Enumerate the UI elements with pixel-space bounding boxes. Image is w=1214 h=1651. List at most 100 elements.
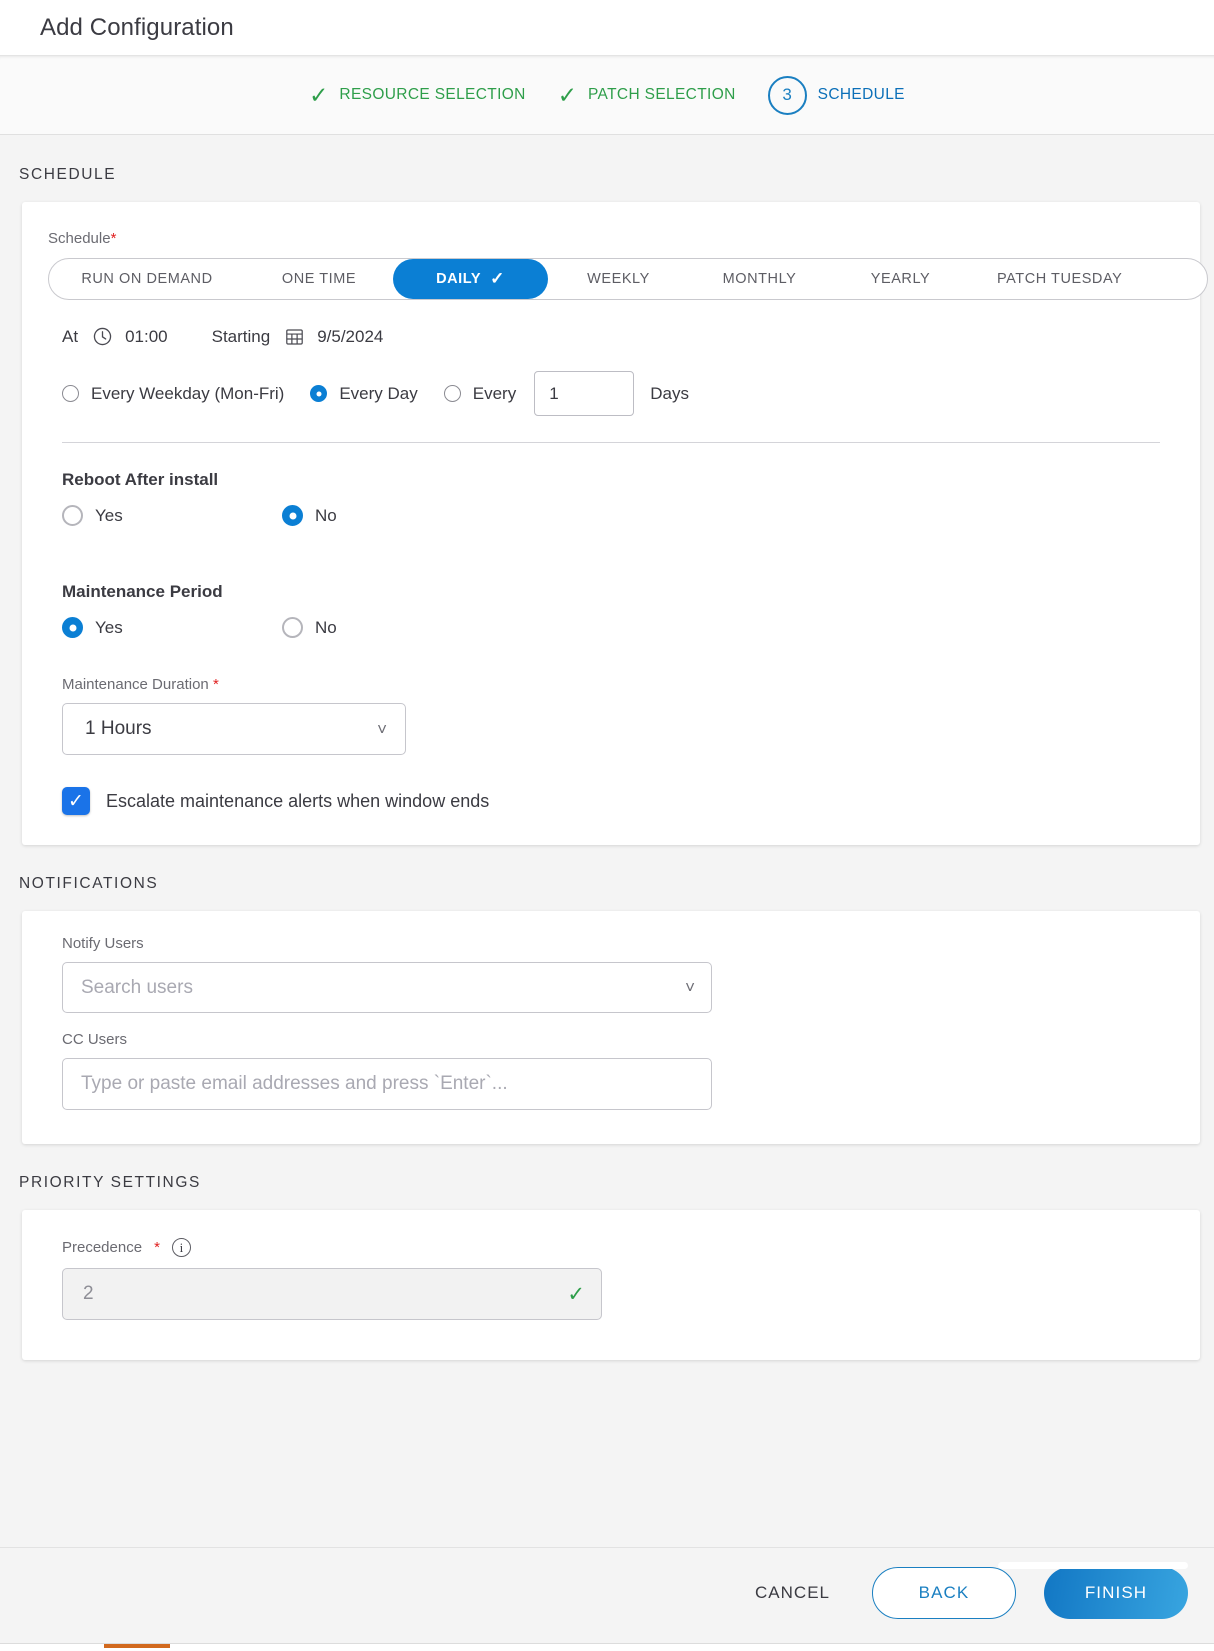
radio-label: No [315, 505, 337, 525]
wizard-step-label: RESOURCE SELECTION [339, 86, 526, 103]
chevron-down-icon: ˅ [685, 978, 695, 997]
tab-label: PATCH TUESDAY [997, 271, 1123, 287]
schedule-field-label: Schedule* [48, 230, 1174, 247]
reboot-options-row: Yes No [62, 505, 1174, 526]
section-title-priority-settings: PRIORITY SETTINGS [19, 1174, 201, 1191]
wizard-step-label: SCHEDULE [817, 86, 905, 103]
maintenance-duration-label: Maintenance Duration * [62, 676, 1174, 693]
radio-reboot-yes[interactable]: Yes [62, 505, 282, 526]
tab-label: DAILY [436, 271, 482, 287]
escalate-alerts-label: Escalate maintenance alerts when window … [106, 790, 490, 811]
section-title-notifications: NOTIFICATIONS [19, 875, 159, 892]
notify-users-label: Notify Users [62, 935, 144, 952]
radio-label: Every [472, 383, 517, 403]
radio-label: Yes [95, 617, 123, 637]
radio-every-day[interactable]: Every Day [310, 383, 418, 404]
tab-patch-tuesday[interactable]: PATCH TUESDAY [971, 259, 1148, 299]
finish-button[interactable]: FINISH [1044, 1566, 1188, 1619]
check-icon: ✓ [557, 81, 577, 108]
reboot-after-install-title: Reboot After install [62, 470, 219, 489]
required-asterisk: * [110, 230, 117, 247]
chevron-down-icon: ˅ [377, 719, 387, 739]
valid-check-icon: ✓ [567, 1282, 585, 1306]
radio-every-weekday[interactable]: Every Weekday (Mon-Fri) [62, 384, 284, 404]
cc-users-input[interactable] [62, 1058, 712, 1110]
radio-maintenance-no[interactable]: No [282, 617, 337, 638]
info-icon[interactable]: i [171, 1238, 191, 1257]
wizard-step-resource-selection[interactable]: ✓ RESOURCE SELECTION [293, 81, 542, 108]
radio-reboot-no[interactable]: No [282, 505, 337, 526]
schedule-card: Schedule* RUN ON DEMAND ONE TIME DAILY ✓… [22, 202, 1208, 845]
tab-label: ONE TIME [281, 271, 357, 287]
tab-label: RUN ON DEMAND [81, 271, 213, 287]
notifications-card: Notify Users Search users ˅ CC Users [22, 911, 1200, 1144]
radio-label: Yes [95, 505, 123, 525]
schedule-frequency-tabs[interactable]: RUN ON DEMAND ONE TIME DAILY ✓ WEEKLY MO… [48, 258, 1208, 300]
maintenance-duration-value: 1 Hours [85, 718, 152, 739]
radio-label: Every Weekday (Mon-Fri) [91, 383, 285, 403]
horizontal-scrollbar[interactable] [998, 1562, 1188, 1569]
step-number-badge: 3 [767, 75, 807, 115]
form-scroll-area[interactable]: SCHEDULE Schedule* RUN ON DEMAND ONE TIM… [0, 136, 1214, 1651]
tab-weekly[interactable]: WEEKLY [548, 259, 689, 299]
escalate-alerts-checkbox-row[interactable]: ✓ Escalate maintenance alerts when windo… [62, 787, 1174, 815]
maintenance-duration-label-text: Maintenance Duration [62, 676, 209, 693]
radio-indicator[interactable] [62, 617, 83, 638]
tab-label: MONTHLY [722, 271, 797, 287]
check-icon: ✓ [309, 81, 329, 108]
wizard-footer: CANCEL BACK FINISH [0, 1547, 1214, 1651]
calendar-icon[interactable] [284, 326, 305, 347]
schedule-time-row: At 01:00 Starting 9/5/2024 [62, 326, 1174, 347]
radio-maintenance-yes[interactable]: Yes [62, 617, 282, 638]
starting-label: Starting [211, 326, 271, 346]
clock-icon[interactable] [92, 326, 113, 347]
cancel-button[interactable]: CANCEL [741, 1573, 844, 1613]
radio-indicator[interactable] [310, 385, 328, 402]
wizard-step-schedule[interactable]: 3 SCHEDULE [752, 75, 921, 115]
priority-settings-card: Precedence * i 2 ✓ [22, 1210, 1200, 1360]
radio-label: No [315, 617, 337, 637]
page-title: Add Configuration [40, 13, 234, 41]
tab-daily[interactable]: DAILY ✓ [393, 259, 548, 299]
required-asterisk: * [212, 676, 219, 693]
radio-every-n-days[interactable]: Every [443, 383, 517, 404]
radio-label: Every Day [339, 383, 418, 403]
precedence-label-row: Precedence * i [62, 1238, 1174, 1257]
days-unit-label: Days [650, 383, 689, 403]
tab-yearly[interactable]: YEARLY [830, 259, 971, 299]
radio-indicator[interactable] [282, 617, 303, 638]
starting-date-value[interactable]: 9/5/2024 [317, 327, 383, 347]
back-button[interactable]: BACK [872, 1566, 1016, 1619]
checkbox-checked-icon[interactable]: ✓ [62, 787, 90, 815]
cc-users-label: CC Users [62, 1031, 128, 1048]
precedence-label-text: Precedence [62, 1239, 143, 1256]
wizard-step-bar: ✓ RESOURCE SELECTION ✓ PATCH SELECTION 3… [0, 56, 1214, 135]
notify-users-select[interactable]: Search users ˅ [62, 962, 712, 1013]
wizard-step-patch-selection[interactable]: ✓ PATCH SELECTION [542, 81, 752, 108]
radio-indicator[interactable] [62, 505, 83, 526]
precedence-input[interactable]: 2 ✓ [62, 1268, 602, 1320]
section-title-schedule: SCHEDULE [19, 166, 117, 183]
window-title-bar: Add Configuration [0, 0, 1214, 56]
every-days-input[interactable] [534, 371, 635, 416]
schedule-label-text: Schedule [48, 230, 111, 247]
maintenance-duration-select[interactable]: 1 Hours ˅ [62, 703, 406, 755]
check-icon: ✓ [490, 269, 505, 288]
maintenance-options-row: Yes No [62, 617, 1174, 638]
tab-run-on-demand[interactable]: RUN ON DEMAND [49, 259, 245, 299]
radio-indicator[interactable] [443, 385, 461, 402]
wizard-step-label: PATCH SELECTION [588, 86, 736, 103]
at-label: At [62, 326, 79, 346]
section-divider [62, 442, 1160, 443]
required-asterisk: * [154, 1239, 160, 1256]
tab-one-time[interactable]: ONE TIME [245, 259, 393, 299]
radio-indicator[interactable] [282, 505, 303, 526]
tab-label: YEARLY [870, 271, 931, 287]
tab-label: WEEKLY [587, 271, 650, 287]
radio-indicator[interactable] [62, 385, 79, 402]
at-time-value[interactable]: 01:00 [125, 327, 168, 347]
tab-monthly[interactable]: MONTHLY [689, 259, 830, 299]
notify-users-placeholder: Search users [81, 976, 193, 998]
maintenance-period-title: Maintenance Period [62, 582, 223, 601]
recurrence-options-row: Every Weekday (Mon-Fri) Every Day Every … [62, 371, 1174, 416]
